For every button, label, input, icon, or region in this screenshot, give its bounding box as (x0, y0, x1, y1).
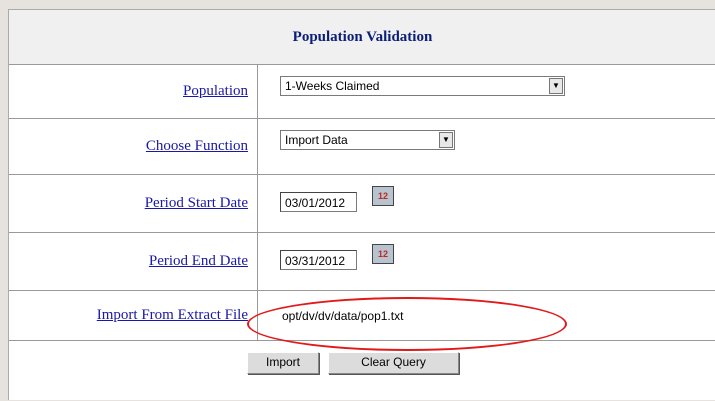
title-row: Population Validation (9, 10, 715, 65)
population-value-cell: 1-Weeks Claimed ▼ (258, 64, 715, 118)
choose-function-value-cell: Import Data ▼ (258, 118, 715, 174)
population-label-cell: Population (9, 64, 258, 118)
import-file-label-cell: Import From Extract File (9, 290, 258, 340)
period-end-value-cell: 03/31/2012 12 (258, 232, 715, 290)
calendar-icon[interactable]: 12 (372, 244, 394, 264)
period-end-row: Period End Date 03/31/2012 12 (9, 232, 715, 291)
population-row: Population 1-Weeks Claimed ▼ (9, 64, 715, 119)
population-link[interactable]: Population (183, 83, 248, 100)
population-selected-value: 1-Weeks Claimed (285, 79, 380, 93)
period-end-link[interactable]: Period End Date (149, 253, 248, 270)
chevron-down-icon[interactable]: ▼ (439, 132, 453, 148)
highlight-ellipse (247, 297, 567, 351)
choose-function-row: Choose Function Import Data ▼ (9, 118, 715, 175)
calendar-icon[interactable]: 12 (372, 186, 394, 206)
clear-query-button[interactable]: Clear Query (328, 352, 459, 374)
period-end-label-cell: Period End Date (9, 232, 258, 290)
page-title: Population Validation (292, 28, 433, 45)
choose-function-label-cell: Choose Function (9, 118, 258, 174)
function-select[interactable]: Import Data ▼ (280, 130, 455, 150)
period-start-row: Period Start Date 03/01/2012 12 (9, 174, 715, 233)
choose-function-link[interactable]: Choose Function (146, 138, 248, 155)
period-start-input[interactable]: 03/01/2012 (280, 192, 357, 212)
population-select[interactable]: 1-Weeks Claimed ▼ (280, 76, 565, 96)
period-end-input[interactable]: 03/31/2012 (280, 250, 357, 270)
function-selected-value: Import Data (285, 133, 348, 147)
import-button[interactable]: Import (247, 352, 319, 374)
chevron-down-icon[interactable]: ▼ (549, 78, 563, 94)
period-start-link[interactable]: Period Start Date (145, 195, 248, 212)
period-start-label-cell: Period Start Date (9, 174, 258, 232)
period-start-value-cell: 03/01/2012 12 (258, 174, 715, 232)
import-file-link[interactable]: Import From Extract File (97, 307, 248, 324)
